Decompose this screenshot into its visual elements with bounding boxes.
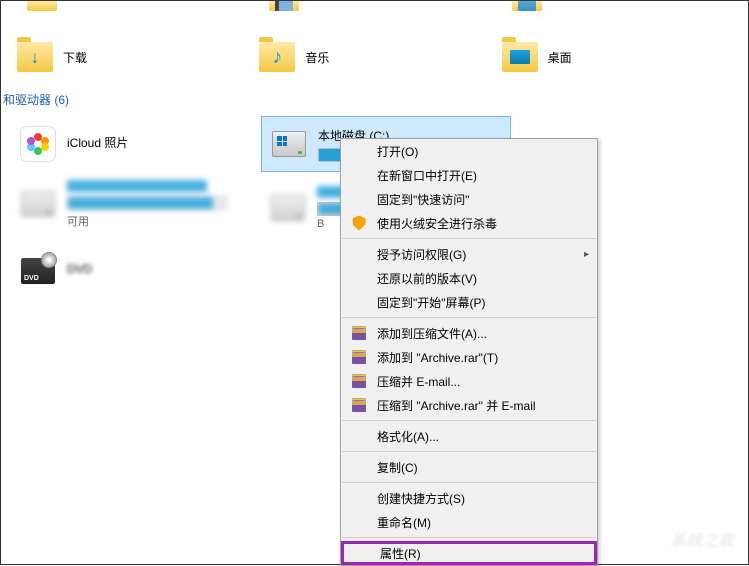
folder-downloads[interactable]: ↓ 下载 bbox=[11, 33, 253, 81]
menu-item[interactable]: 重命名(M) bbox=[341, 510, 597, 534]
menu-item-label: 格式化(A)... bbox=[377, 428, 439, 445]
folder-desktop[interactable]: 桌面 bbox=[496, 33, 738, 81]
windows-logo-icon bbox=[277, 136, 287, 146]
watermark-logo-icon bbox=[634, 526, 664, 552]
drive-dvd[interactable]: DVD DVD bbox=[11, 244, 261, 298]
menu-item-label: 属性(R) bbox=[380, 545, 421, 562]
context-menu: 打开(O) 在新窗口中打开(E) 固定到"快速访问" 使用火绒安全进行杀毒授予访问权限… bbox=[340, 138, 598, 566]
menu-item-label: 打开(O) bbox=[377, 143, 418, 160]
menu-item[interactable]: 固定到"快速访问" bbox=[341, 187, 597, 211]
menu-item-label: 添加到 "Archive.rar"(T) bbox=[377, 349, 498, 366]
menu-item[interactable]: 在新窗口中打开(E) bbox=[341, 163, 597, 187]
menu-item[interactable]: 创建快捷方式(S) bbox=[341, 486, 597, 510]
menu-item[interactable]: 还原以前的版本(V) bbox=[341, 266, 597, 290]
menu-separator bbox=[342, 317, 596, 318]
menu-separator bbox=[342, 238, 596, 239]
menu-separator bbox=[342, 537, 596, 538]
menu-item[interactable]: 使用火绒安全进行杀毒 bbox=[341, 211, 597, 235]
menu-item[interactable]: 添加到 "Archive.rar"(T) bbox=[341, 345, 597, 369]
folder-label: 桌面 bbox=[548, 49, 572, 66]
menu-item-label: 压缩到 "Archive.rar" 并 E-mail bbox=[377, 397, 536, 414]
menu-item[interactable]: 打开(O) bbox=[341, 139, 597, 163]
menu-item[interactable]: 复制(C) bbox=[341, 455, 597, 479]
picture-icon bbox=[518, 1, 536, 11]
rar-icon bbox=[351, 373, 367, 389]
hdd-icon bbox=[271, 195, 305, 221]
menu-separator bbox=[342, 482, 596, 483]
capacity-bar bbox=[67, 196, 227, 210]
download-icon: ↓ bbox=[31, 47, 40, 68]
menu-item-label: 在新窗口中打开(E) bbox=[377, 167, 477, 184]
menu-item[interactable]: 属性(R) bbox=[341, 541, 597, 565]
drive-label: iCloud 照片 bbox=[67, 134, 128, 151]
folder-label: 下载 bbox=[63, 49, 87, 66]
menu-item[interactable]: 压缩并 E-mail... bbox=[341, 369, 597, 393]
desktop-icon bbox=[510, 50, 530, 64]
folder-music[interactable]: ♪ 音乐 bbox=[253, 33, 495, 81]
menu-item-label: 重命名(M) bbox=[377, 514, 431, 531]
menu-item-label: 添加到压缩文件(A)... bbox=[377, 325, 487, 342]
menu-separator bbox=[342, 420, 596, 421]
menu-item-label: 固定到"快速访问" bbox=[377, 191, 470, 208]
folder-label: 音乐 bbox=[305, 49, 329, 66]
drive-icloud-photos[interactable]: iCloud 照片 bbox=[11, 116, 261, 172]
menu-item[interactable]: 授予访问权限(G) bbox=[341, 242, 597, 266]
dvd-icon: DVD bbox=[21, 258, 55, 284]
menu-item-label: 还原以前的版本(V) bbox=[377, 270, 477, 287]
video-icon bbox=[275, 1, 293, 11]
menu-item[interactable]: 添加到压缩文件(A)... bbox=[341, 321, 597, 345]
menu-separator bbox=[342, 451, 596, 452]
icloud-photos-icon bbox=[20, 126, 56, 162]
drive-item[interactable]: 可用 bbox=[11, 172, 261, 236]
menu-item-label: 授予访问权限(G) bbox=[377, 246, 466, 263]
menu-item-label: 使用火绒安全进行杀毒 bbox=[377, 215, 497, 232]
menu-item-label: 创建快捷方式(S) bbox=[377, 490, 465, 507]
drive-label bbox=[67, 180, 207, 192]
folders-row: ↓ 下载 ♪ 音乐 桌面 bbox=[1, 33, 748, 81]
menu-item-label: 固定到"开始"屏幕(P) bbox=[377, 294, 486, 311]
rar-icon bbox=[351, 325, 367, 341]
menu-item[interactable]: 格式化(A)... bbox=[341, 424, 597, 448]
drive-sub: 可用 bbox=[67, 213, 227, 229]
hdd-icon bbox=[21, 191, 55, 217]
rar-icon bbox=[351, 397, 367, 413]
menu-item[interactable]: 固定到"开始"屏幕(P) bbox=[341, 290, 597, 314]
hdd-icon bbox=[272, 131, 306, 157]
menu-item-label: 压缩并 E-mail... bbox=[377, 373, 460, 390]
drive-label: DVD bbox=[67, 262, 92, 276]
watermark-text: 系统之家 bbox=[670, 527, 734, 551]
menu-item[interactable]: 压缩到 "Archive.rar" 并 E-mail bbox=[341, 393, 597, 417]
section-drives-header: 和驱动器 (6) bbox=[1, 81, 748, 116]
menu-item-label: 复制(C) bbox=[377, 459, 418, 476]
shield-icon bbox=[351, 215, 367, 231]
rar-icon bbox=[351, 349, 367, 365]
music-icon: ♪ bbox=[272, 46, 282, 69]
watermark: 系统之家 bbox=[634, 526, 734, 552]
